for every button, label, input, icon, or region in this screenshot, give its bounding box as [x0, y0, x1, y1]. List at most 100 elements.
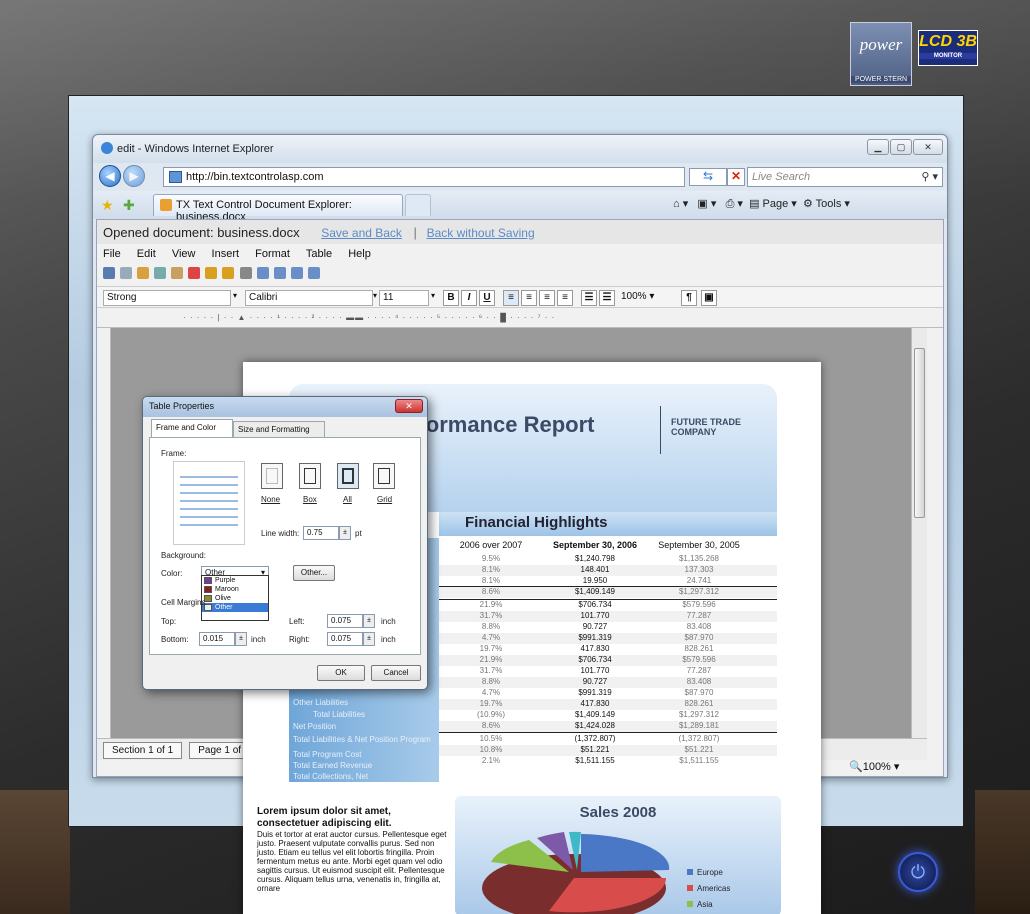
italic-button[interactable]: I [461, 290, 477, 306]
cut-icon[interactable] [137, 267, 150, 279]
back-without-saving-link[interactable]: Back without Saving [427, 226, 535, 240]
color-dropdown-list[interactable]: Purple Maroon Olive Other [201, 575, 269, 621]
menu-format[interactable]: Format [255, 248, 290, 260]
left-label: Left: [289, 617, 305, 626]
table-cell: $1,511.155 [575, 756, 615, 765]
paragraph-marks-button[interactable]: ¶ [681, 290, 697, 306]
dialog-close-button[interactable]: ✕ [395, 399, 423, 413]
left-margin-input[interactable]: 0.075 [327, 614, 363, 628]
right-margin-spinner[interactable]: ± [363, 632, 375, 646]
search-icon[interactable]: ⚲ ▾ [921, 170, 938, 183]
split-cells-icon[interactable] [307, 267, 320, 279]
table-icon[interactable] [256, 267, 269, 279]
save-and-back-link[interactable]: Save and Back [321, 226, 402, 240]
menu-view[interactable]: View [172, 248, 196, 260]
delete-icon[interactable] [188, 267, 201, 279]
color-option[interactable]: Olive [202, 594, 268, 603]
menu-help[interactable]: Help [348, 248, 371, 260]
underline-button[interactable]: U [479, 290, 495, 306]
vertical-ruler[interactable] [97, 328, 111, 738]
sales-chart: Sales 2008 Europe Americas Asia [455, 796, 781, 914]
align-left-button[interactable]: ≡ [503, 290, 519, 306]
horizontal-ruler[interactable]: · · · · · | · · ▲ · · · · ¹ · · · · ² · … [97, 308, 943, 328]
align-right-button[interactable]: ≡ [539, 290, 555, 306]
color-option[interactable]: Other [202, 603, 268, 612]
line-width-spinner[interactable]: ± [339, 526, 351, 540]
tab-frame-and-color[interactable]: Frame and Color [151, 419, 233, 437]
column-header: 2006 over 2007 [459, 540, 523, 550]
row-label: Total Collections, Net [293, 772, 369, 781]
undo-icon[interactable] [205, 267, 218, 279]
bottom-margin-spinner[interactable]: ± [235, 632, 247, 646]
refresh-button[interactable]: ⇆ [689, 168, 727, 186]
background-desk [0, 790, 70, 914]
frame-none-option[interactable] [261, 463, 283, 489]
monitor-bezel: power POWER STERN LCD 3B MONITOR edit - … [0, 0, 1030, 914]
maximize-button[interactable]: ▢ [890, 139, 912, 155]
ok-button[interactable]: OK [317, 665, 365, 681]
align-center-button[interactable]: ≡ [521, 290, 537, 306]
font-select[interactable]: Calibri [245, 290, 373, 306]
color-option[interactable]: Purple [202, 576, 268, 585]
close-button[interactable]: ✕ [913, 139, 943, 155]
left-margin-spinner[interactable]: ± [363, 614, 375, 628]
insert-row-icon[interactable] [273, 267, 286, 279]
text-frame-button[interactable]: ▣ [701, 290, 717, 306]
color-option[interactable]: Maroon [202, 585, 268, 594]
redo-icon[interactable] [222, 267, 235, 279]
chevron-down-icon[interactable]: ▾ [233, 291, 237, 300]
copy-icon[interactable] [154, 267, 167, 279]
menu-table[interactable]: Table [306, 248, 332, 260]
new-tab-button[interactable] [405, 194, 431, 216]
size-select[interactable]: 11 [379, 290, 429, 306]
page-menu[interactable]: ▤ Page ▾ [749, 198, 797, 210]
feeds-icon[interactable]: ▣ ▾ [697, 198, 716, 210]
back-button[interactable]: ◀ [99, 165, 121, 187]
print-icon[interactable]: ⎙ ▾ [726, 198, 743, 210]
menu-insert[interactable]: Insert [212, 248, 240, 260]
bold-button[interactable]: B [443, 290, 459, 306]
table-cell: 10.5% [479, 734, 503, 743]
scroll-thumb[interactable] [914, 348, 925, 518]
zoom-select[interactable]: 100% ▾ [621, 291, 654, 302]
line-width-input[interactable]: 0.75 [303, 526, 339, 540]
print-icon[interactable] [103, 267, 115, 279]
home-icon[interactable]: ⌂ ▾ [673, 198, 688, 210]
bottom-margin-input[interactable]: 0.015 [199, 632, 235, 646]
insert-column-icon[interactable] [290, 267, 303, 279]
minimize-button[interactable]: ▁ [867, 139, 889, 155]
power-button[interactable]: ⏻ [898, 852, 938, 892]
section-indicator: Section 1 of 1 [103, 742, 183, 759]
tools-menu[interactable]: ⚙ Tools ▾ [803, 198, 850, 210]
numbering-button[interactable]: ☰ [599, 290, 615, 306]
vertical-scrollbar[interactable] [911, 328, 927, 738]
tab-document-explorer[interactable]: TX Text Control Document Explorer: busin… [153, 194, 403, 223]
right-margin-input[interactable]: 0.075 [327, 632, 363, 646]
justify-button[interactable]: ≡ [557, 290, 573, 306]
paste-icon[interactable] [171, 267, 184, 279]
preview-icon[interactable] [120, 267, 133, 279]
frame-all-option[interactable] [337, 463, 359, 489]
stop-button[interactable]: ✕ [727, 168, 745, 186]
ie-zoom-control[interactable]: 🔍100% ▾ [849, 760, 899, 773]
chevron-down-icon[interactable]: ▾ [373, 291, 377, 300]
address-bar[interactable]: http://bin.textcontrolasp.com [163, 167, 685, 187]
tab-size-and-formatting[interactable]: Size and Formatting [233, 421, 325, 437]
chevron-down-icon[interactable]: ▾ [431, 291, 435, 300]
menu-edit[interactable]: Edit [137, 248, 156, 260]
table-cell: (1,372.807) [678, 734, 720, 743]
search-input[interactable]: Live Search ⚲ ▾ [747, 167, 943, 187]
menu-file[interactable]: File [103, 248, 121, 260]
other-color-button[interactable]: Other... [293, 565, 335, 581]
cancel-button[interactable]: Cancel [371, 665, 421, 681]
add-favorites-icon[interactable]: ✚ [123, 197, 135, 214]
favorites-star-icon[interactable]: ★ [101, 197, 114, 214]
row-label: Total Liabilities & Net Position Program [293, 735, 431, 744]
bullets-button[interactable]: ☰ [581, 290, 597, 306]
frame-grid-option[interactable] [373, 463, 395, 489]
forward-button[interactable]: ▶ [123, 165, 145, 187]
table-cell: 828.261 [684, 644, 714, 653]
find-icon[interactable] [239, 267, 252, 279]
style-select[interactable]: Strong [103, 290, 231, 306]
frame-box-option[interactable] [299, 463, 321, 489]
